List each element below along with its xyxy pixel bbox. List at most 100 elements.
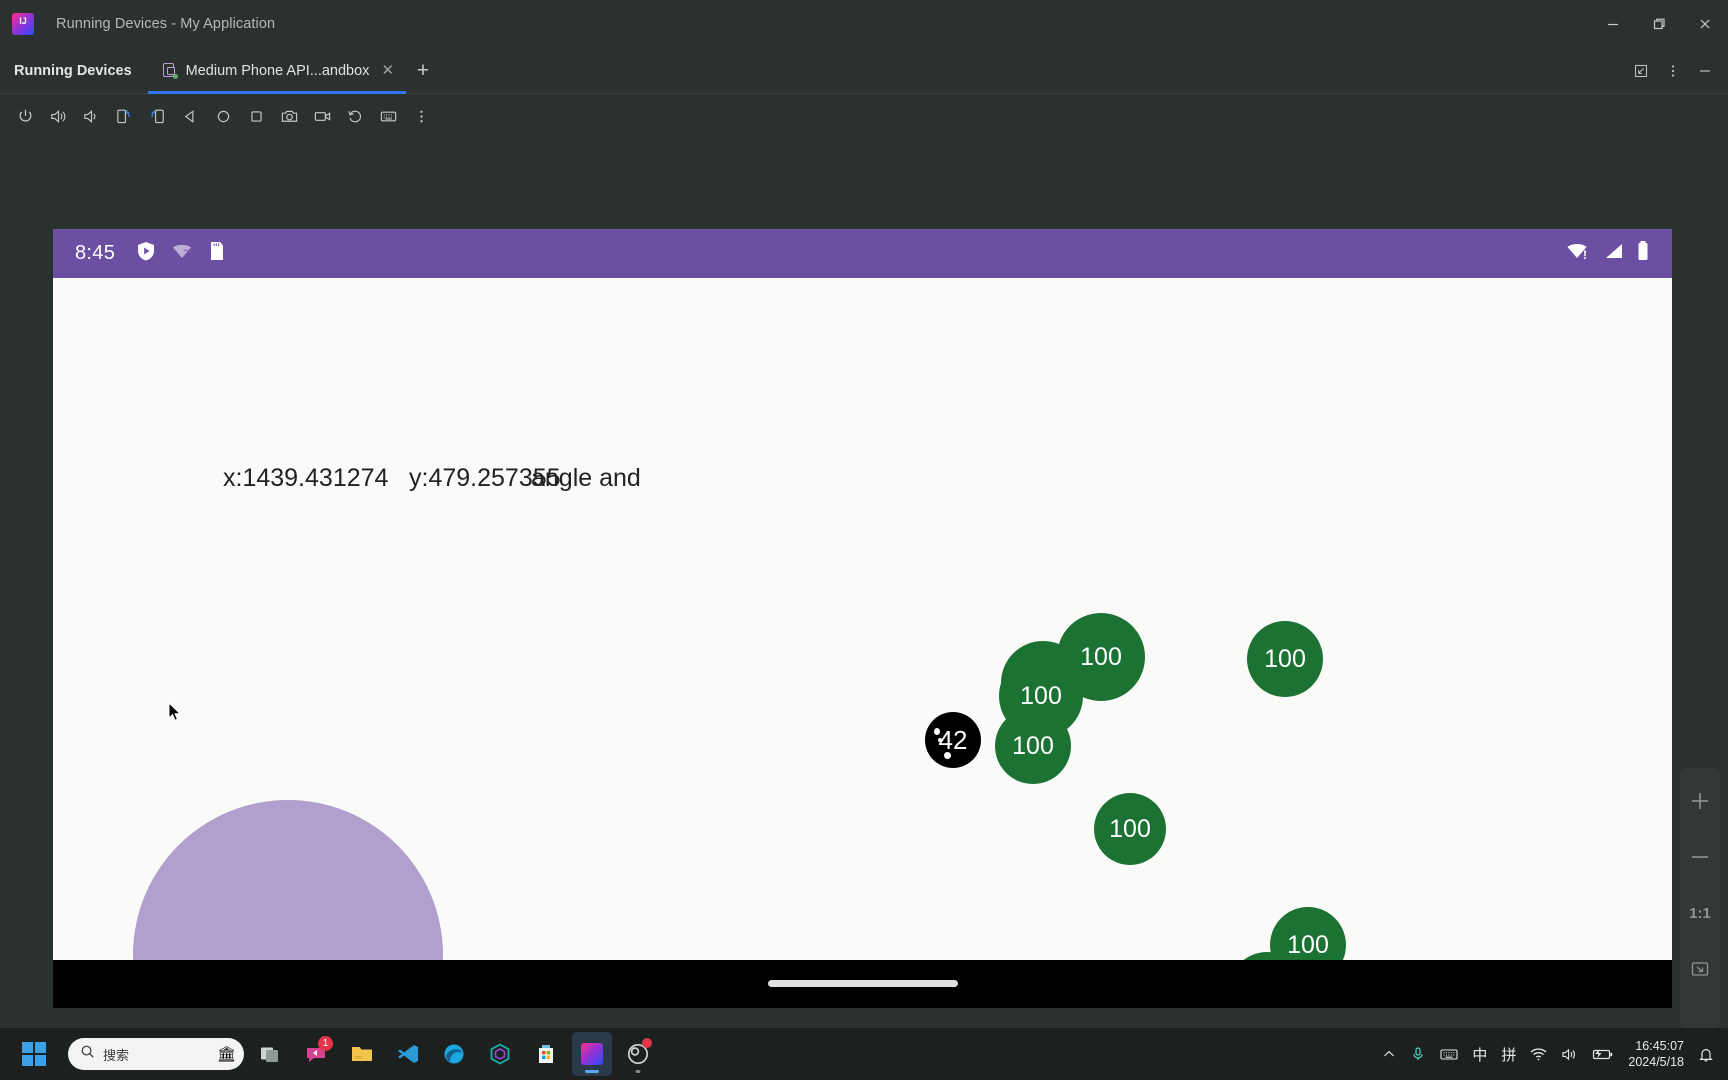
clock-date: 2024/5/18 [1628,1055,1684,1069]
rotate-right-icon[interactable] [142,101,172,131]
volume-down-icon[interactable] [76,101,106,131]
vertical-dots-icon[interactable] [1658,56,1688,86]
android-status-bar: 8:45 ? ! [53,229,1672,278]
score-ball: 100 [1247,621,1323,697]
chat-badge: 1 [318,1036,333,1051]
bomb-ball-label: 42 [938,724,968,755]
intellij-idea-logo-icon [12,13,34,35]
score-ball-label: 100 [1020,681,1062,710]
wifi-warning-icon: ! [1566,240,1592,267]
ime-language-icon[interactable]: 中 [1472,1044,1487,1065]
taskbar-clock[interactable]: 16:45:07 2024/5/18 [1628,1038,1684,1070]
back-triangle-icon[interactable] [175,101,205,131]
minimize-button[interactable] [1590,0,1636,48]
ime-pinyin-icon[interactable]: 拼 [1501,1044,1516,1065]
keyboard-icon[interactable] [373,101,403,131]
intellij-idea-icon[interactable] [572,1032,612,1076]
sd-card-icon [207,240,227,267]
close-button[interactable] [1682,0,1728,48]
home-circle-icon[interactable] [208,101,238,131]
clock-time: 16:45:07 [1635,1039,1684,1053]
minus-icon[interactable] [1690,56,1720,86]
hexagon-icon[interactable] [480,1032,520,1076]
window-controls [1590,0,1728,48]
emulator-stage: 8:45 ? ! x:1439.431274 y:479.257355 angl… [0,138,1728,1028]
android-navigation-bar [53,960,1672,1008]
mouse-pointer-icon [168,701,182,723]
bomb-ball: 42 [925,712,981,768]
video-camera-icon[interactable] [307,101,337,131]
device-tab-medium-phone[interactable]: Medium Phone API...andbox ✕ [147,48,407,94]
volume-icon[interactable] [1561,1047,1578,1062]
edge-icon[interactable] [434,1032,474,1076]
score-ball: 100 [1270,907,1346,960]
zoom-in-button[interactable] [1685,786,1715,816]
maximize-button[interactable] [1636,0,1682,48]
running-indicator [585,1070,599,1073]
taskbar-left-section: 搜索 🏛 1 [0,1032,658,1076]
emulator-zoom-panel: 1:1 [1680,768,1720,1028]
microphone-icon[interactable] [1410,1046,1426,1062]
status-bar-clock: 8:45 [75,242,116,264]
zoom-out-button[interactable] [1685,842,1715,872]
windows-logo-icon [22,1042,46,1066]
status-bar-left-icons: ? [135,240,227,267]
score-ball-label: 100 [1287,930,1329,959]
angle-label: angle and [531,464,641,492]
ide-window: Running Devices - My Application Running… [0,0,1728,1028]
start-button[interactable] [14,1032,54,1076]
collapse-icon[interactable] [1626,56,1656,86]
search-placeholder: 搜索 [103,1047,130,1063]
search-icon [80,1044,95,1064]
chat-icon[interactable]: 1 [296,1032,336,1076]
overview-square-icon[interactable] [241,101,271,131]
tool-window-actions [1626,48,1728,93]
system-tray: 中 拼 16:45:07 2024/5/18 [1382,1038,1728,1070]
score-ball-label: 100 [1264,644,1306,673]
vertical-dots-icon[interactable] [406,101,436,131]
obs-badge [642,1038,652,1048]
score-ball-label: 100 [1109,814,1151,843]
actual-size-button[interactable]: 1:1 [1685,898,1715,928]
bell-icon[interactable] [1698,1046,1714,1063]
score-ball-label: 100 [1012,731,1054,760]
cell-signal-icon [1602,240,1626,267]
gesture-pill-icon[interactable] [767,980,958,987]
tool-window-tab-strip: Running Devices Medium Phone API...andbo… [0,48,1728,94]
window-title-bar: Running Devices - My Application [0,0,1728,48]
score-ball: 100 [995,708,1071,784]
running-indicator [635,1070,641,1073]
rotate-left-icon[interactable] [109,101,139,131]
store-icon[interactable] [526,1032,566,1076]
folder-icon[interactable] [342,1032,382,1076]
vscode-icon[interactable] [388,1032,428,1076]
new-device-tab-button[interactable]: + [406,48,440,93]
fit-to-screen-icon[interactable] [1685,954,1715,984]
player-circle [133,800,443,960]
taskbar-search-box[interactable]: 搜索 🏛 [68,1038,244,1070]
score-ball-label: 100 [1080,642,1122,671]
keyboard-icon[interactable] [1440,1046,1458,1062]
obs-icon[interactable] [618,1032,658,1076]
tool-window-title: Running Devices [14,62,132,79]
game-canvas[interactable]: x:1439.431274 y:479.257355 angle and 100… [53,278,1672,960]
svg-text:?: ? [184,248,189,258]
windows-taskbar: 搜索 🏛 1 中 拼 16:45:07 2024/5/18 [0,1028,1728,1080]
device-screen[interactable]: 8:45 ? ! x:1439.431274 y:479.257355 angl… [53,229,1672,960]
chevron-up-icon[interactable] [1382,1047,1396,1061]
search-illustration-icon: 🏛 [216,1046,236,1063]
camera-icon[interactable] [274,101,304,131]
device-tab-label: Medium Phone API...andbox [185,62,370,79]
wifi-icon[interactable] [1530,1047,1547,1062]
shield-play-icon [135,240,157,267]
close-icon[interactable]: ✕ [381,63,394,78]
emulator-toolbar [0,94,1728,138]
score-ball: 100 [1094,793,1166,865]
volume-up-icon[interactable] [43,101,73,131]
x-coordinate-label: x:1439.431274 [223,464,389,492]
power-icon[interactable] [10,101,40,131]
history-icon[interactable] [340,101,370,131]
task-view-icon[interactable] [250,1032,290,1076]
status-bar-right-icons: ! [1566,239,1650,268]
battery-icon[interactable] [1592,1047,1614,1061]
